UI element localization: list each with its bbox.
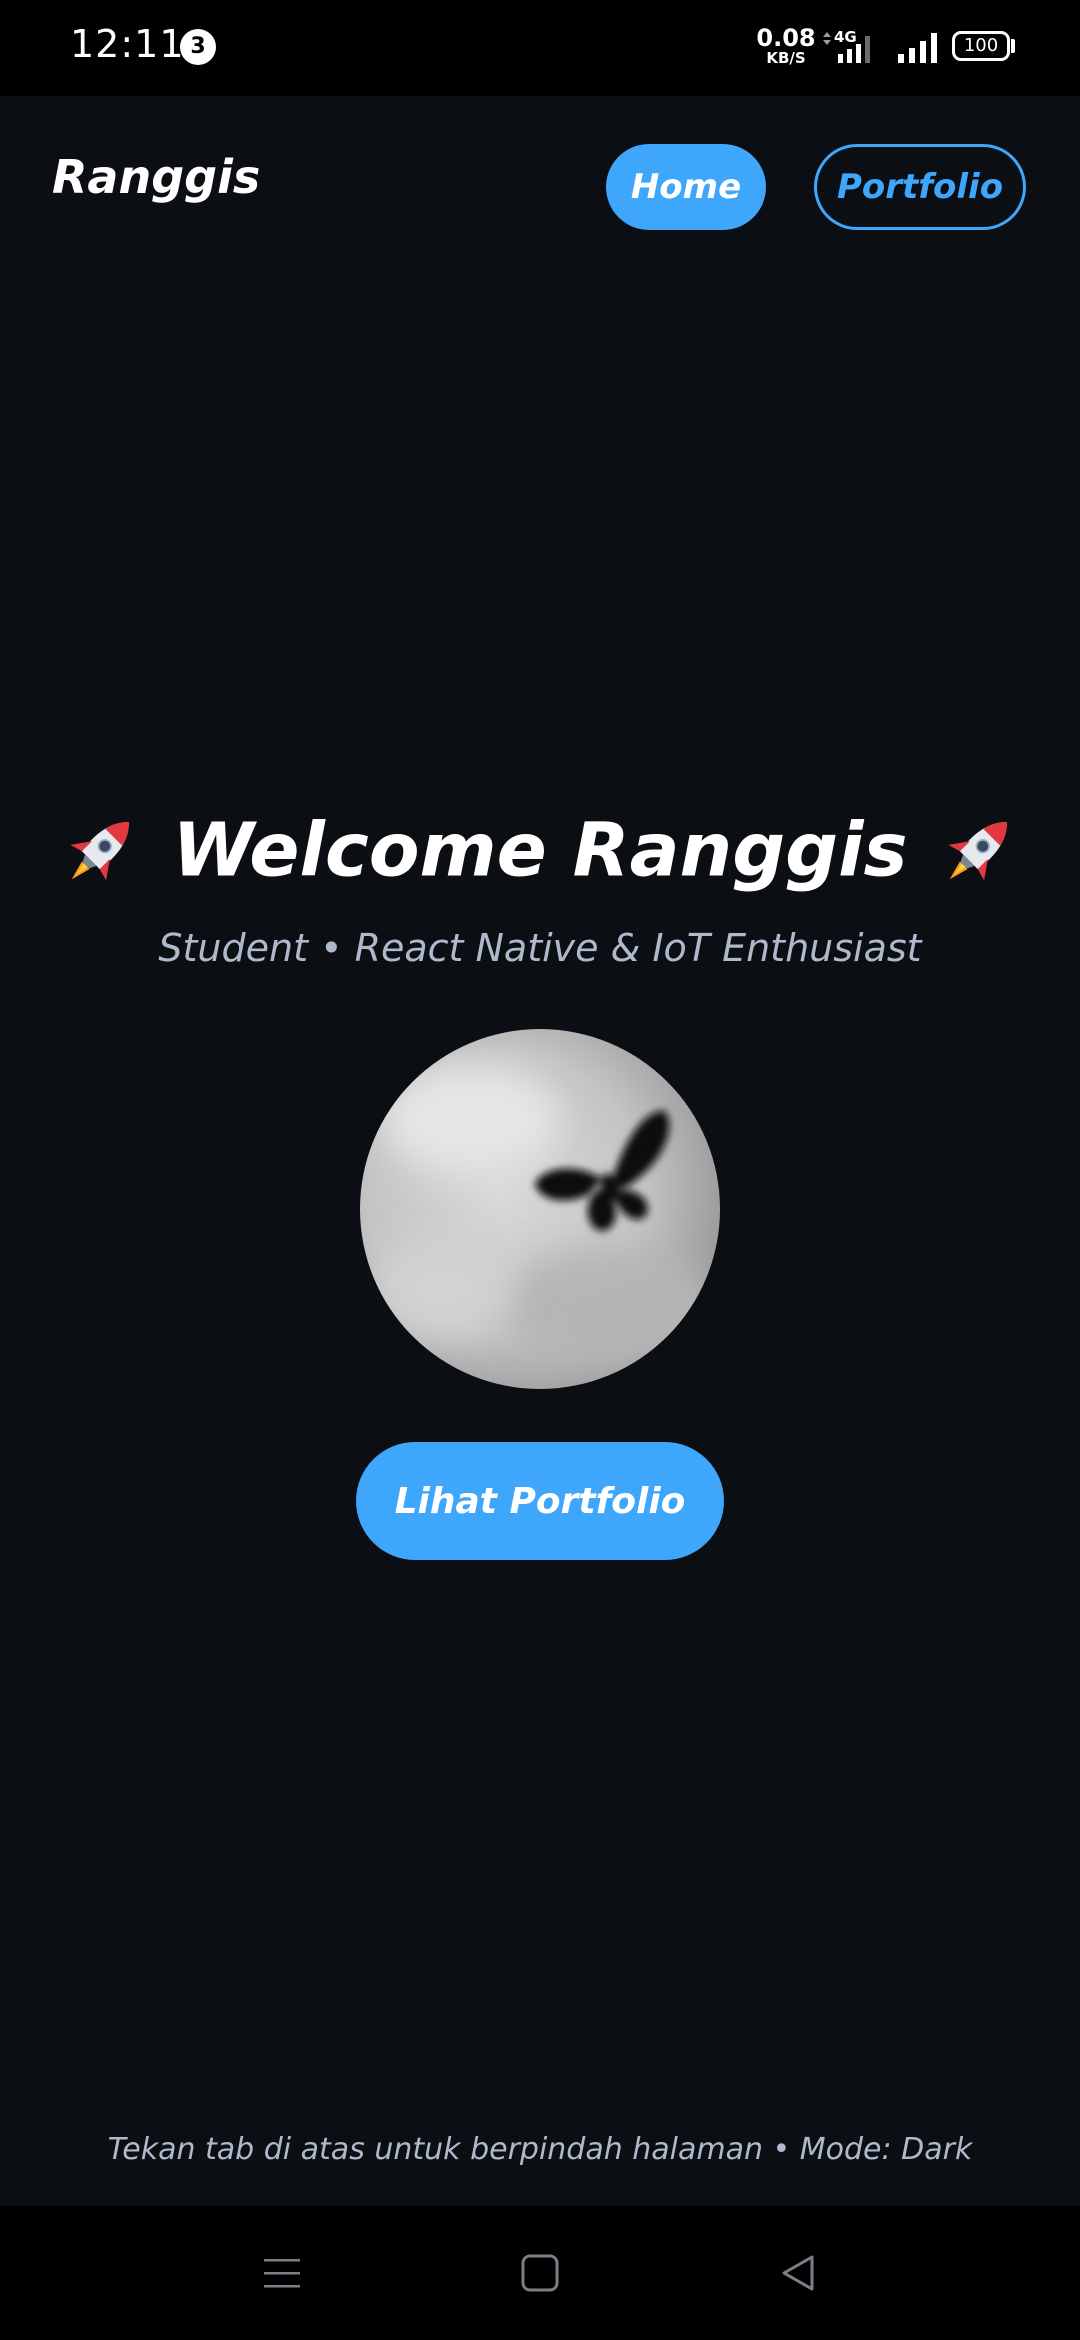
system-navigation-bar — [0, 2206, 1080, 2340]
footer-hint: Tekan tab di atas untuk berpindah halama… — [107, 2132, 973, 2167]
back-triangle-icon — [782, 2255, 814, 2291]
mobile-signal-4g-icon: 4G — [823, 28, 870, 63]
battery-icon: 100 — [952, 31, 1010, 61]
system-back-button[interactable] — [748, 2206, 848, 2340]
rocket-icon — [70, 822, 130, 882]
network-speed-unit: KB/S — [766, 49, 806, 67]
notification-count-badge: 3 — [180, 29, 216, 65]
battery-tip — [1011, 39, 1015, 53]
hero-title: Welcome Ranggis — [0, 796, 1080, 900]
status-time: 12:11 — [70, 22, 185, 66]
home-square-icon — [521, 2254, 559, 2292]
tab-portfolio[interactable]: Portfolio — [814, 144, 1026, 230]
app-screen: 12:11 3 0.08 KB/S 4G 100 Ranggis Home Po… — [0, 0, 1080, 2340]
menu-icon — [264, 2259, 300, 2288]
view-portfolio-button[interactable]: Lihat Portfolio — [356, 1442, 724, 1560]
network-type-label: 4G — [834, 28, 857, 46]
profile-avatar — [360, 1029, 720, 1389]
recent-apps-button[interactable] — [232, 2206, 332, 2340]
tab-home[interactable]: Home — [606, 144, 766, 230]
network-speed-value: 0.08 — [756, 24, 816, 52]
brand-title: Ranggis — [52, 150, 261, 204]
signal-strength-icon — [898, 33, 937, 63]
rocket-icon — [948, 822, 1007, 882]
battery-level: 100 — [963, 35, 999, 56]
hero-title-text: Welcome Ranggis — [172, 807, 908, 894]
system-home-button[interactable] — [490, 2206, 590, 2340]
network-speed: 0.08 KB/S — [756, 26, 816, 66]
hero-subtitle: Student • React Native & IoT Enthusiast — [158, 926, 922, 970]
butterfly-photo — [360, 1029, 720, 1389]
status-bar: 12:11 3 0.08 KB/S 4G 100 — [0, 0, 1080, 96]
